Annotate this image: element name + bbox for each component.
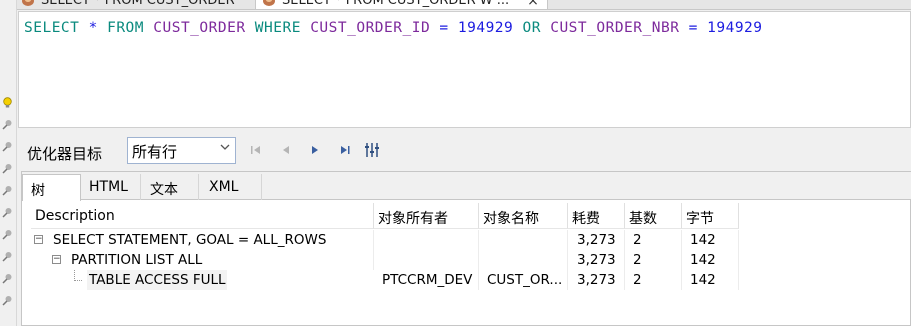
row-owner xyxy=(374,230,479,250)
sql-operator: = xyxy=(439,20,449,36)
column-header-object-name[interactable]: 对象名称 xyxy=(479,203,568,229)
row-description: PARTITION LIST ALL xyxy=(71,250,374,270)
close-icon[interactable]: × xyxy=(527,0,539,9)
row-cost: 3,273 xyxy=(568,270,625,290)
row-cost: 3,273 xyxy=(568,250,625,270)
tab-tree[interactable]: 树 xyxy=(22,174,81,201)
table-row[interactable]: TABLE ACCESS FULL PTCCRM_DEV CUST_OR... … xyxy=(31,270,739,290)
pin-icon[interactable] xyxy=(2,162,13,174)
row-description: TABLE ACCESS FULL xyxy=(87,270,227,290)
collapse-icon[interactable]: − xyxy=(52,255,61,264)
column-header-bytes[interactable]: 字节 xyxy=(682,203,739,229)
pin-icon[interactable] xyxy=(2,140,13,152)
editor-gutter xyxy=(0,0,17,326)
editor-tab-label: SELECT * FROM CUST_ORDER W ... xyxy=(282,0,510,8)
lightbulb-icon[interactable] xyxy=(2,96,13,108)
previous-icon[interactable] xyxy=(278,142,294,158)
pin-icon[interactable] xyxy=(2,250,13,262)
sql-file-icon xyxy=(21,0,35,7)
editor-tab-bar: SELECT * FROM CUST_ORDER SELECT * FROM C… xyxy=(17,0,911,10)
result-tab-bar: 树 HTML 文本 XML xyxy=(22,172,911,201)
pin-icon[interactable] xyxy=(2,228,13,240)
row-bytes: 142 xyxy=(682,270,739,290)
editor-tab-label: SELECT * FROM CUST_ORDER xyxy=(41,0,235,8)
next-icon[interactable] xyxy=(307,142,323,158)
row-object-name xyxy=(479,250,568,270)
sql-editor[interactable]: SELECT * FROM CUST_ORDER WHERE CUST_ORDE… xyxy=(18,11,911,128)
pin-icon[interactable] xyxy=(2,206,13,218)
row-cardinality: 2 xyxy=(625,230,682,250)
tree-connector xyxy=(74,270,82,281)
sql-number: 194929 xyxy=(457,20,514,36)
pin-icon[interactable] xyxy=(2,294,13,306)
row-cardinality: 2 xyxy=(625,250,682,270)
pin-icon[interactable] xyxy=(2,118,13,130)
row-cost: 3,273 xyxy=(568,230,625,250)
column-header-cost[interactable]: 耗费 xyxy=(568,203,625,229)
tab-text[interactable]: 文本 xyxy=(141,174,199,200)
column-header-description[interactable]: Description xyxy=(31,203,374,229)
pin-icon[interactable] xyxy=(2,272,13,284)
collapse-icon[interactable]: − xyxy=(34,235,43,244)
sql-keyword: SELECT xyxy=(24,20,80,36)
row-owner: PTCCRM_DEV xyxy=(374,270,479,290)
tab-xml[interactable]: XML xyxy=(199,174,262,200)
sql-statement: SELECT * FROM CUST_ORDER WHERE CUST_ORDE… xyxy=(24,20,763,36)
plan-toolbar: 优化器目标 所有行 xyxy=(18,134,911,170)
optimizer-goal-select[interactable]: 所有行 xyxy=(127,137,236,164)
column-header-owner[interactable]: 对象所有者 xyxy=(374,203,479,229)
sql-identifier: CUST_ORDER_NBR xyxy=(550,20,680,36)
editor-tab-2[interactable]: SELECT * FROM CUST_ORDER W ... × xyxy=(255,0,548,9)
editor-tab-1[interactable]: SELECT * FROM CUST_ORDER xyxy=(21,0,235,9)
sql-operator: * xyxy=(88,20,98,36)
sql-identifier: CUST_ORDER xyxy=(153,20,246,36)
explain-plan-panel: 树 HTML 文本 XML Description 对象所有者 对象名称 耗费 … xyxy=(21,171,911,326)
sql-identifier: CUST_ORDER_ID xyxy=(310,20,431,36)
sql-keyword: WHERE xyxy=(254,20,301,36)
sql-operator: = xyxy=(688,20,698,36)
chevron-down-icon xyxy=(220,141,230,157)
first-icon[interactable] xyxy=(248,142,264,158)
table-row[interactable]: − SELECT STATEMENT, GOAL = ALL_ROWS 3,27… xyxy=(31,230,739,250)
row-object-name xyxy=(479,230,568,250)
tab-html[interactable]: HTML xyxy=(81,174,141,200)
filter-settings-icon[interactable] xyxy=(364,142,380,158)
sql-keyword: OR xyxy=(522,20,541,36)
optimizer-goal-value: 所有行 xyxy=(132,143,178,161)
row-object-name: CUST_OR... xyxy=(479,270,568,290)
row-description: SELECT STATEMENT, GOAL = ALL_ROWS xyxy=(53,230,374,250)
column-header-cardinality[interactable]: 基数 xyxy=(625,203,682,229)
row-owner xyxy=(374,250,479,270)
optimizer-goal-label: 优化器目标 xyxy=(27,145,103,163)
row-cardinality: 2 xyxy=(625,270,682,290)
row-bytes: 142 xyxy=(682,250,739,270)
last-icon[interactable] xyxy=(337,142,353,158)
sql-keyword: FROM xyxy=(107,20,145,36)
table-row[interactable]: − PARTITION LIST ALL 3,273 2 142 xyxy=(31,250,739,270)
pin-icon[interactable] xyxy=(2,184,13,196)
row-bytes: 142 xyxy=(682,230,739,250)
sql-number: 194929 xyxy=(707,20,763,36)
sql-file-icon xyxy=(262,0,276,7)
